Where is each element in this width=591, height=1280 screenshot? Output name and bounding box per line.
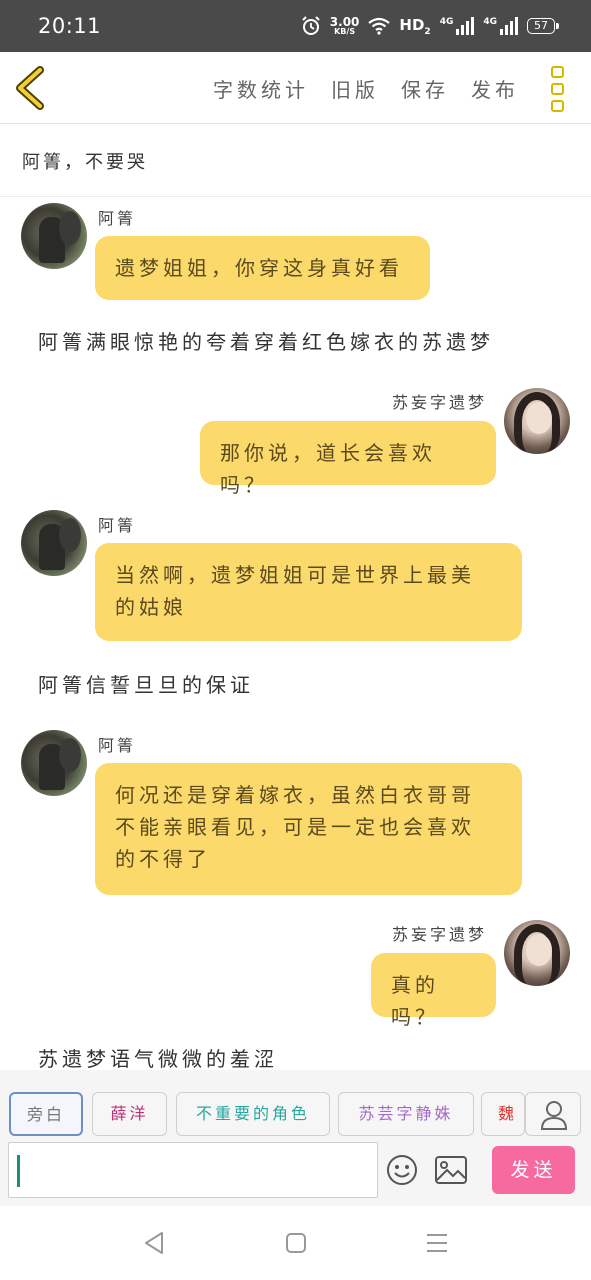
avatar[interactable]: [504, 388, 570, 454]
back-button[interactable]: [12, 66, 52, 110]
status-icons: 3.00 KB/S HD2 4G 4G 57: [301, 12, 559, 40]
user-icon-glyph: [540, 1101, 568, 1130]
message-bubble[interactable]: 何况还是穿着嫁衣，虽然白衣哥哥 不能亲眼看见，可是一定也会喜欢 的不得了: [95, 763, 522, 895]
avatar[interactable]: [21, 510, 87, 576]
avatar[interactable]: [504, 920, 570, 986]
emoji-icon[interactable]: [386, 1154, 418, 1186]
message-bubble[interactable]: 当然啊，遗梦姐姐可是世界上最美 的姑娘: [95, 543, 522, 641]
chevron-left-icon: [16, 66, 44, 110]
role-chip[interactable]: 不重要的角色: [176, 1092, 330, 1136]
role-selector: 旁白 薛洋 不重要的角色 苏芸字静姝 魏: [0, 1070, 591, 1142]
send-button[interactable]: 发送: [492, 1146, 575, 1194]
message-input[interactable]: [8, 1142, 378, 1198]
system-nav-bar: [0, 1206, 591, 1280]
narration-text[interactable]: 苏遗梦语气微微的羞涩: [38, 1043, 278, 1070]
story-title: 阿箐，不要哭: [22, 152, 148, 173]
toolbar-actions: 字数统计 旧版 保存 发布: [213, 74, 519, 103]
narration-text[interactable]: 阿箐信誓旦旦的保证: [38, 669, 254, 698]
message-line: 当然啊，遗梦姐姐可是世界上最美: [115, 563, 475, 587]
wifi-icon: [368, 17, 391, 35]
text-caret: [17, 1155, 20, 1187]
save-button[interactable]: 保存: [401, 74, 449, 103]
avatar[interactable]: [21, 730, 87, 796]
hd-label: HD2: [399, 16, 430, 37]
message-bubble[interactable]: 那你说，道长会喜欢吗？: [200, 421, 496, 497]
chat-area[interactable]: 阿箐 遗梦姐姐，你穿这身真好看 阿箐满眼惊艳的夸着穿着红色嫁衣的苏遗梦 苏妄字遗…: [0, 197, 591, 1070]
sender-name: 阿箐: [98, 209, 137, 228]
role-chip-narrator[interactable]: 旁白: [9, 1092, 83, 1136]
status-bar: 20:11 3.00 KB/S HD2 4G 4G 57: [0, 0, 591, 52]
message-line: 何况还是穿着嫁衣，虽然白衣哥哥: [115, 783, 475, 807]
battery-icon: 57: [527, 18, 559, 34]
message-bubble[interactable]: 真的吗？: [371, 953, 496, 1029]
role-chip[interactable]: 魏: [481, 1092, 525, 1136]
message-line: 的不得了: [115, 847, 211, 871]
image-icon[interactable]: [435, 1156, 467, 1184]
message-line: 那你说，道长会喜欢吗？: [220, 441, 436, 497]
old-version-button[interactable]: 旧版: [331, 74, 379, 103]
hd-sub: 2: [424, 26, 431, 37]
net-speed-unit: KB/S: [334, 27, 356, 36]
avatar[interactable]: [21, 203, 87, 269]
signal-label-1: 4G: [439, 17, 454, 27]
message-line: 不能亲眼看见，可是一定也会喜欢: [115, 815, 475, 839]
nav-menu-icon[interactable]: [424, 1230, 450, 1256]
signal-icon: 4G: [440, 17, 475, 35]
sender-name: 阿箐: [98, 516, 137, 535]
sender-name: 苏妄字遗梦: [392, 925, 488, 944]
top-toolbar: 字数统计 旧版 保存 发布: [0, 52, 591, 124]
alarm-icon: [302, 16, 320, 35]
story-title-bar[interactable]: 阿箐，不要哭: [0, 125, 591, 197]
sender-name: 苏妄字遗梦: [392, 393, 488, 412]
role-chip[interactable]: 薛洋: [92, 1092, 167, 1136]
message-line: 遗梦姐姐，你穿这身真好看: [115, 256, 403, 280]
publish-button[interactable]: 发布: [471, 74, 519, 103]
hd-text: HD: [399, 15, 425, 34]
role-chip[interactable]: 苏芸字静姝: [338, 1092, 474, 1136]
nav-home-icon[interactable]: [283, 1230, 309, 1256]
message-bubble[interactable]: 遗梦姐姐，你穿这身真好看: [95, 236, 430, 300]
word-count-button[interactable]: 字数统计: [213, 74, 309, 103]
status-time: 20:11: [38, 14, 102, 38]
message-line: 真的吗？: [391, 973, 439, 1029]
nav-back-icon[interactable]: [141, 1230, 167, 1256]
signal-icon-2: 4G: [483, 17, 518, 35]
narration-text[interactable]: 阿箐满眼惊艳的夸着穿着红色嫁衣的苏遗梦: [38, 326, 494, 355]
user-icon[interactable]: [525, 1092, 581, 1136]
signal-label-2: 4G: [483, 17, 497, 27]
message-line: 的姑娘: [115, 595, 187, 619]
input-bar: 发送: [0, 1142, 591, 1206]
more-vertical-icon[interactable]: [551, 66, 569, 112]
sender-name: 阿箐: [98, 736, 137, 755]
net-speed: 3.00 KB/S: [330, 16, 360, 36]
